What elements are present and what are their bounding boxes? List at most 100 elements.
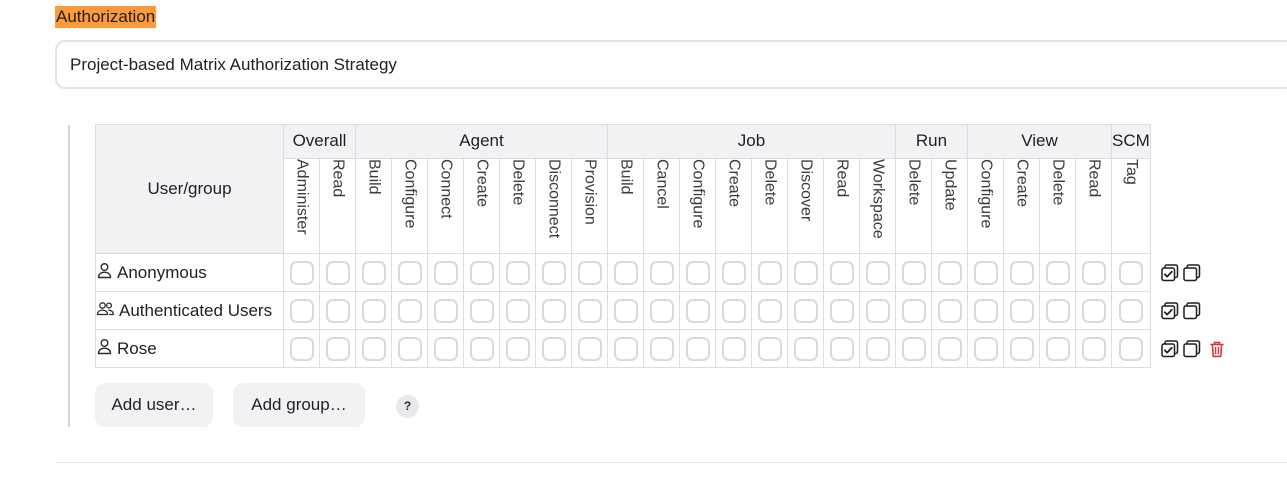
- permission-checkbox[interactable]: [361, 298, 386, 323]
- permission-checkbox[interactable]: [433, 298, 458, 323]
- permission-checkbox[interactable]: [685, 336, 710, 361]
- permission-cell: [1075, 291, 1112, 330]
- permission-checkbox[interactable]: [1045, 298, 1070, 323]
- permission-checkbox[interactable]: [397, 298, 422, 323]
- permission-checkbox[interactable]: [973, 336, 998, 361]
- permission-checkbox[interactable]: [613, 298, 638, 323]
- select-all-icon[interactable]: [1160, 263, 1180, 283]
- permission-cell: [751, 291, 788, 330]
- row-actions: [1160, 339, 1228, 359]
- permission-checkbox[interactable]: [721, 298, 746, 323]
- permission-checkbox[interactable]: [1081, 336, 1106, 361]
- permission-checkbox[interactable]: [721, 260, 746, 285]
- permission-checkbox[interactable]: [829, 260, 854, 285]
- permission-checkbox[interactable]: [469, 298, 494, 323]
- user-icon: [96, 338, 113, 360]
- permission-checkbox[interactable]: [937, 336, 962, 361]
- permission-header: Connect: [427, 157, 464, 255]
- help-icon[interactable]: ?: [396, 395, 419, 418]
- permission-checkbox[interactable]: [1118, 336, 1143, 361]
- permission-checkbox[interactable]: [1118, 298, 1143, 323]
- permission-cell: [643, 291, 680, 330]
- user-icon: [96, 262, 113, 284]
- permission-checkbox[interactable]: [289, 298, 314, 323]
- permission-cell: [1111, 291, 1151, 330]
- permission-checkbox[interactable]: [325, 336, 350, 361]
- permission-checkbox[interactable]: [613, 260, 638, 285]
- permission-checkbox[interactable]: [397, 260, 422, 285]
- permission-checkbox[interactable]: [433, 260, 458, 285]
- permission-label: Build: [365, 158, 383, 195]
- permission-checkbox[interactable]: [577, 260, 602, 285]
- permission-checkbox[interactable]: [361, 336, 386, 361]
- permission-checkbox[interactable]: [1081, 298, 1106, 323]
- permission-checkbox[interactable]: [829, 336, 854, 361]
- permission-checkbox[interactable]: [1009, 260, 1034, 285]
- permission-checkbox[interactable]: [937, 298, 962, 323]
- permission-checkbox[interactable]: [793, 298, 818, 323]
- permission-checkbox[interactable]: [541, 298, 566, 323]
- permission-checkbox[interactable]: [649, 260, 674, 285]
- permission-checkbox[interactable]: [757, 298, 782, 323]
- authorization-strategy-select[interactable]: Project-based Matrix Authorization Strat…: [55, 40, 1287, 89]
- permission-checkbox[interactable]: [505, 336, 530, 361]
- permission-checkbox[interactable]: [541, 336, 566, 361]
- permission-checkbox[interactable]: [289, 260, 314, 285]
- select-all-icon[interactable]: [1160, 339, 1180, 359]
- permission-checkbox[interactable]: [1009, 298, 1034, 323]
- user-group-name: Anonymous: [117, 262, 207, 282]
- permission-checkbox[interactable]: [433, 336, 458, 361]
- permission-checkbox[interactable]: [505, 260, 530, 285]
- permission-checkbox[interactable]: [1045, 260, 1070, 285]
- permission-checkbox[interactable]: [901, 298, 926, 323]
- permission-cell: [427, 329, 464, 368]
- permission-checkbox[interactable]: [361, 260, 386, 285]
- permission-checkbox[interactable]: [685, 298, 710, 323]
- permission-checkbox[interactable]: [901, 260, 926, 285]
- permission-header: Workspace: [859, 157, 896, 255]
- permission-checkbox[interactable]: [325, 260, 350, 285]
- unselect-all-icon[interactable]: [1182, 339, 1202, 359]
- permission-checkbox[interactable]: [1118, 260, 1143, 285]
- permission-checkbox[interactable]: [289, 336, 314, 361]
- permission-checkbox[interactable]: [865, 298, 890, 323]
- permission-checkbox[interactable]: [829, 298, 854, 323]
- permission-checkbox[interactable]: [973, 260, 998, 285]
- permission-label: Read: [1085, 158, 1103, 197]
- permission-checkbox[interactable]: [1045, 336, 1070, 361]
- permission-checkbox[interactable]: [1009, 336, 1034, 361]
- permission-checkbox[interactable]: [469, 260, 494, 285]
- permission-checkbox[interactable]: [865, 336, 890, 361]
- permission-checkbox[interactable]: [685, 260, 710, 285]
- permission-header: Discover: [787, 157, 824, 255]
- permission-checkbox[interactable]: [325, 298, 350, 323]
- permission-checkbox[interactable]: [505, 298, 530, 323]
- permission-checkbox[interactable]: [541, 260, 566, 285]
- permission-checkbox[interactable]: [577, 336, 602, 361]
- permission-checkbox[interactable]: [649, 336, 674, 361]
- select-all-icon[interactable]: [1160, 301, 1180, 321]
- permission-checkbox[interactable]: [793, 336, 818, 361]
- add-user-button[interactable]: Add user…: [95, 383, 213, 427]
- permission-checkbox[interactable]: [757, 336, 782, 361]
- permission-checkbox[interactable]: [613, 336, 638, 361]
- permission-checkbox[interactable]: [865, 260, 890, 285]
- permission-checkbox[interactable]: [397, 336, 422, 361]
- permission-cell: [787, 329, 824, 368]
- permission-checkbox[interactable]: [793, 260, 818, 285]
- delete-icon[interactable]: [1208, 339, 1228, 359]
- permission-checkbox[interactable]: [721, 336, 746, 361]
- permission-checkbox[interactable]: [757, 260, 782, 285]
- add-group-button[interactable]: Add group…: [233, 383, 365, 427]
- permission-header: Tag: [1111, 157, 1151, 255]
- unselect-all-icon[interactable]: [1182, 263, 1202, 283]
- unselect-all-icon[interactable]: [1182, 301, 1202, 321]
- permission-checkbox[interactable]: [649, 298, 674, 323]
- permission-checkbox[interactable]: [901, 336, 926, 361]
- permission-label: Connect: [437, 158, 455, 219]
- permission-checkbox[interactable]: [1081, 260, 1106, 285]
- permission-checkbox[interactable]: [577, 298, 602, 323]
- permission-checkbox[interactable]: [973, 298, 998, 323]
- permission-checkbox[interactable]: [937, 260, 962, 285]
- permission-checkbox[interactable]: [469, 336, 494, 361]
